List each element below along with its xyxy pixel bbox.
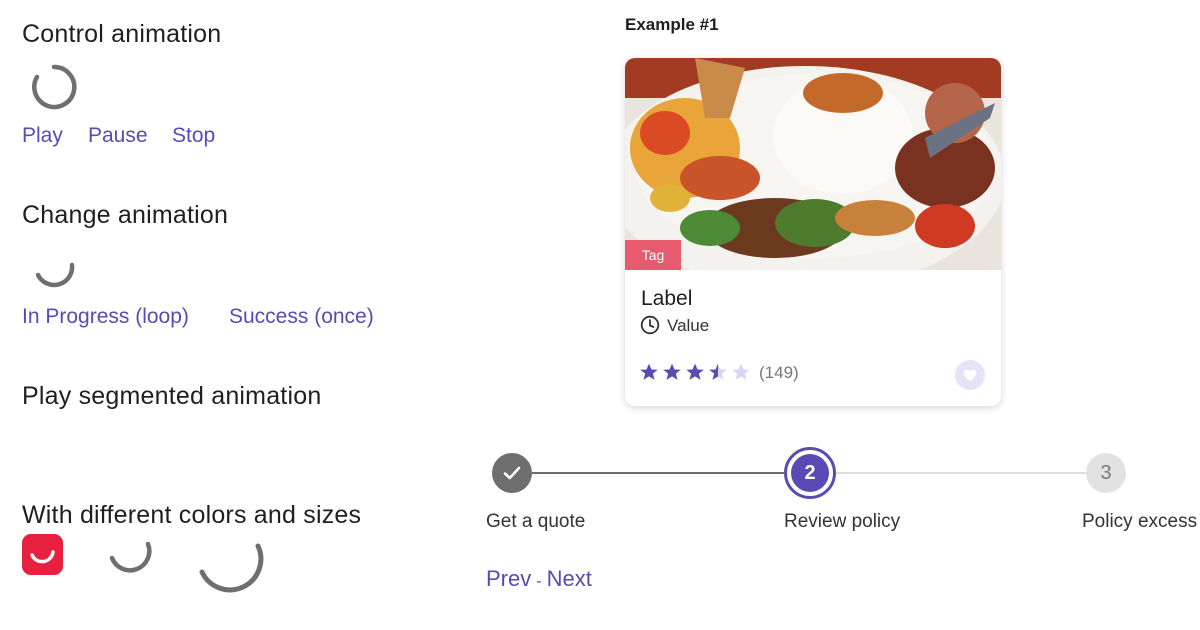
in-progress-link[interactable]: In Progress (loop) xyxy=(22,305,189,329)
star-icon xyxy=(663,363,681,380)
star-rating xyxy=(639,362,751,382)
pause-link[interactable]: Pause xyxy=(88,124,148,148)
step-1-done[interactable] xyxy=(492,453,532,493)
star-icon xyxy=(640,363,658,380)
food-image xyxy=(625,58,1001,270)
prev-link[interactable]: Prev xyxy=(486,566,531,591)
step-1-label: Get a quote xyxy=(486,511,586,532)
food-card[interactable]: Tag Label Value (149) xyxy=(625,58,1001,406)
step-3-label: Policy excess xyxy=(1082,511,1198,532)
example-title: Example #1 xyxy=(625,15,719,34)
star-half-icon xyxy=(709,363,727,380)
card-tag: Tag xyxy=(625,240,681,270)
step-2-label: Review policy xyxy=(784,511,901,532)
spinner-icon xyxy=(199,543,264,593)
success-link[interactable]: Success (once) xyxy=(229,305,374,329)
card-value: Value xyxy=(667,316,710,335)
favorite-button[interactable] xyxy=(955,360,985,390)
control-animation-title: Control animation xyxy=(22,20,222,48)
clock-icon xyxy=(640,315,660,335)
spinner-icon xyxy=(35,262,75,288)
spinner-icon xyxy=(30,550,55,564)
segmented-animation-title: Play segmented animation xyxy=(22,382,322,410)
stepper-nav: Prev - Next xyxy=(486,566,592,592)
stepper-line-done xyxy=(532,472,784,474)
stop-link[interactable]: Stop xyxy=(172,124,215,148)
check-icon xyxy=(503,466,521,480)
stepper-line-pending xyxy=(836,472,1086,474)
brand-spinner-badge xyxy=(22,534,63,575)
heart-icon xyxy=(963,369,977,381)
change-animation-title: Change animation xyxy=(22,201,229,229)
review-count: (149) xyxy=(759,363,799,382)
star-icon xyxy=(732,363,750,380)
step-3-pending[interactable]: 3 xyxy=(1086,453,1126,493)
spinner-icon xyxy=(32,64,77,110)
colors-sizes-title: With different colors and sizes xyxy=(22,501,362,529)
step-2-number: 2 xyxy=(791,454,829,492)
spinner-icon xyxy=(109,541,152,573)
step-2-active[interactable]: 2 xyxy=(784,447,836,499)
star-icon xyxy=(686,363,704,380)
card-label: Label xyxy=(641,287,693,310)
nav-separator: - xyxy=(536,573,542,590)
play-link[interactable]: Play xyxy=(22,124,63,148)
next-link[interactable]: Next xyxy=(547,566,592,591)
